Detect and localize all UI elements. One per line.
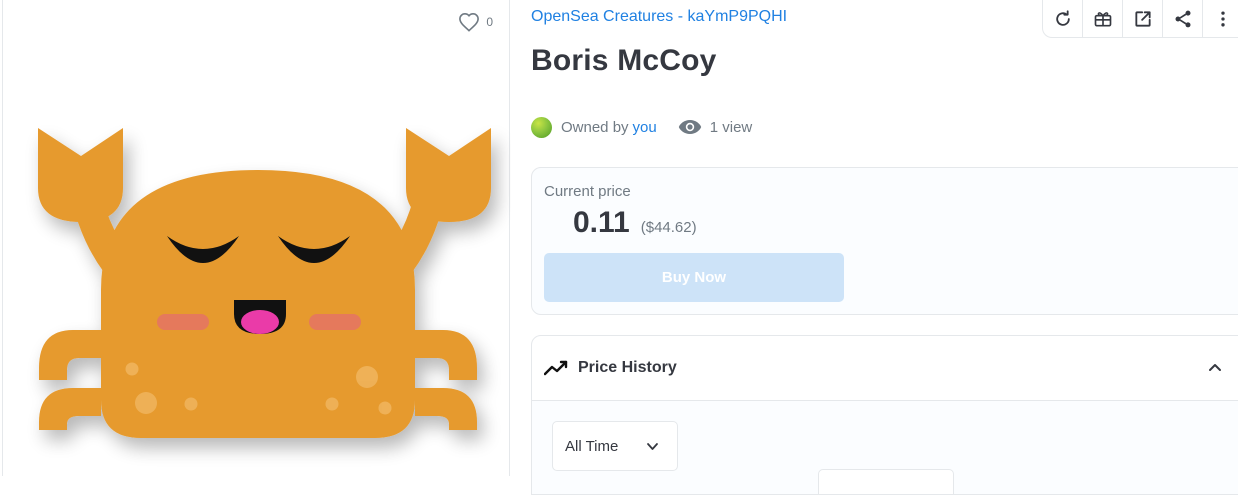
share-button[interactable] [1163, 0, 1203, 37]
crab-creature-image [38, 128, 491, 438]
price-history-panel: Price History All Time [531, 335, 1238, 495]
ownership-row: Owned by you 1 view [531, 116, 752, 138]
more-icon [1220, 11, 1225, 26]
price-history-body: All Time [532, 401, 1238, 494]
refresh-button[interactable] [1043, 0, 1083, 37]
price-stat-box [818, 469, 954, 494]
views-count: 1 view [678, 118, 753, 136]
asset-toolbar [1042, 0, 1238, 38]
asset-title: Boris McCoy [531, 44, 717, 77]
trending-icon [544, 360, 568, 376]
chevron-down-icon [647, 443, 658, 450]
owner-link[interactable]: you [633, 119, 657, 136]
price-history-title: Price History [578, 359, 677, 376]
price-value: 0.11 [573, 206, 630, 239]
asset-image-panel: 0 [2, 0, 510, 476]
more-options-button[interactable] [1203, 0, 1238, 37]
collection-link[interactable]: OpenSea Creatures - kaYmP9PQHI [531, 8, 787, 26]
external-link-icon [1134, 10, 1151, 27]
views-label: 1 view [709, 118, 753, 136]
period-select[interactable]: All Time [552, 421, 678, 471]
transfer-button[interactable] [1083, 0, 1123, 37]
avatar[interactable] [531, 116, 552, 138]
open-external-button[interactable] [1123, 0, 1163, 37]
chevron-up-icon[interactable] [1208, 362, 1222, 372]
buy-now-button[interactable]: Buy Now [544, 253, 844, 302]
eye-icon [678, 120, 701, 134]
price-card: Current price 0.11 ($44.62) Buy Now [531, 167, 1238, 315]
owned-by-label: Owned by [561, 118, 629, 136]
period-select-value: All Time [565, 437, 619, 455]
price-row: 0.11 ($44.62) [573, 206, 697, 240]
gift-icon [1094, 11, 1111, 26]
share-icon [1175, 10, 1190, 27]
price-history-header[interactable]: Price History [532, 336, 1238, 401]
current-price-label: Current price [544, 183, 631, 200]
refresh-icon [1055, 9, 1070, 26]
price-usd: ($44.62) [640, 219, 697, 236]
